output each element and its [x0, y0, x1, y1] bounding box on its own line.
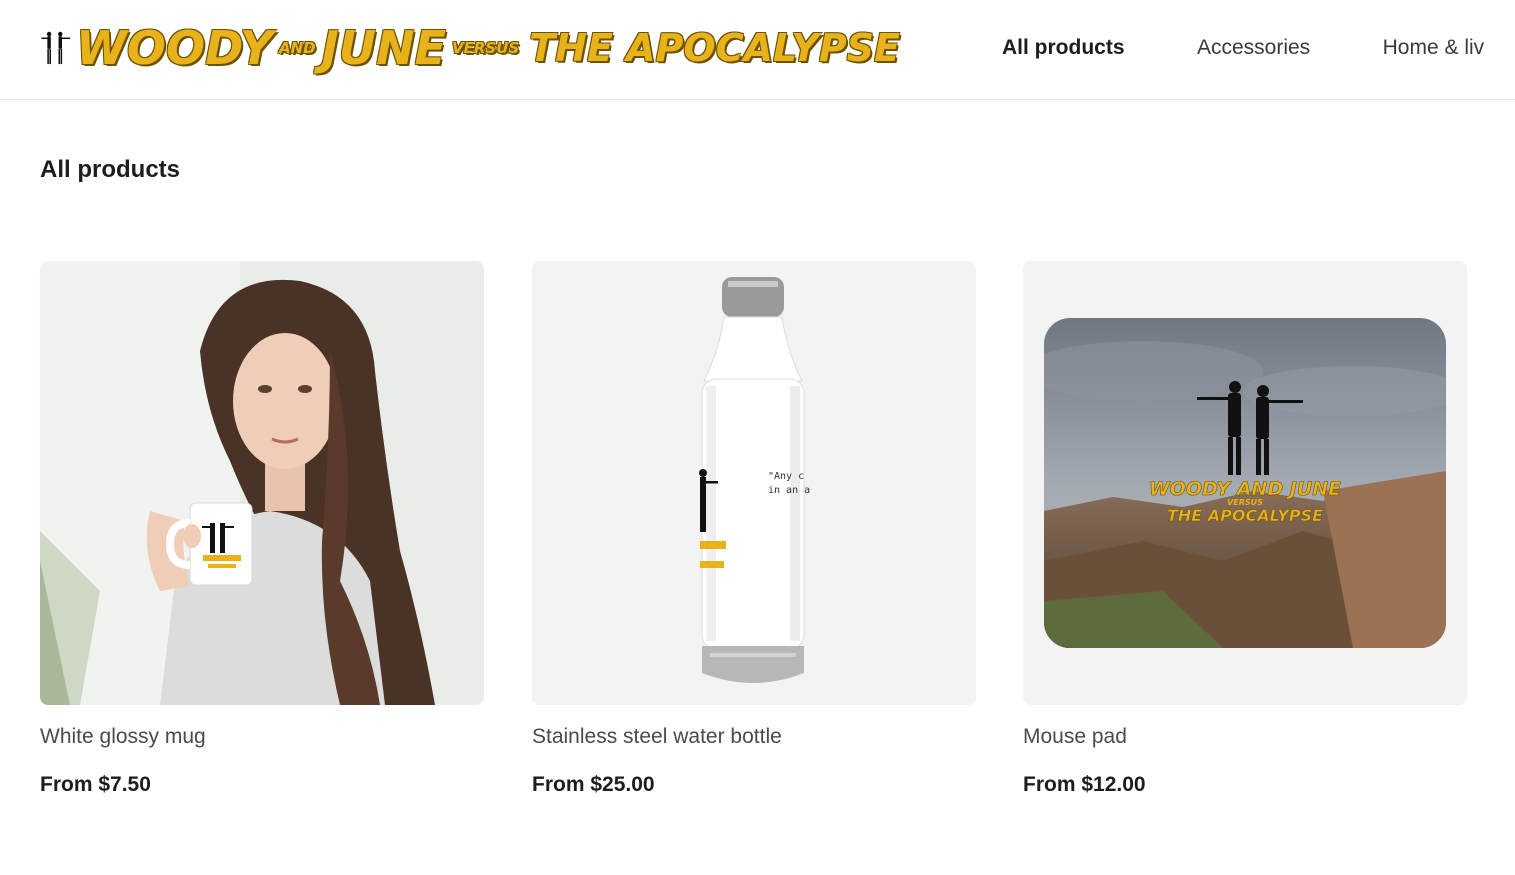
product-image[interactable]: "Any c in an a — [532, 261, 976, 705]
woman-holding-mug-photo-icon — [40, 261, 484, 705]
product-name[interactable]: Stainless steel water bottle — [532, 724, 976, 750]
product-price: From $25.00 — [532, 773, 655, 796]
logo-word-june: JUNE — [321, 21, 447, 75]
nav-home-living[interactable]: Home & liv — [1383, 34, 1485, 62]
water-bottle-photo-icon: "Any c in an a — [532, 261, 976, 705]
mouse-pad-photo-icon: WOODY AND JUNE VERSUS THE APOCALYPSE — [1023, 261, 1467, 705]
product-price: From $12.00 — [1023, 773, 1146, 796]
page-title: All products — [40, 156, 181, 183]
product-price: From $7.50 — [40, 773, 151, 796]
site-logo[interactable]: WOODY AND JUNE VERSUS THE APOCALYPSE — [40, 18, 900, 78]
product-image[interactable] — [40, 261, 484, 705]
logo-word-versus: VERSUS — [452, 38, 520, 57]
pad-logo-line-3: THE APOCALYPSE — [1167, 506, 1323, 525]
product-card[interactable]: "Any c in an a Stainless steel water bot… — [532, 261, 976, 798]
product-card[interactable]: White glossy mug From $7.50 — [40, 261, 484, 798]
main-nav: All products Accessories Home & liv — [1002, 34, 1515, 62]
nav-all-products[interactable]: All products — [1002, 34, 1125, 62]
site-header: WOODY AND JUNE VERSUS THE APOCALYPSE All… — [0, 0, 1515, 100]
bottle-print-text-2: in an a — [768, 485, 810, 496]
product-name[interactable]: Mouse pad — [1023, 724, 1467, 750]
pad-logo-line-1: WOODY AND JUNE — [1149, 478, 1341, 500]
product-image[interactable]: WOODY AND JUNE VERSUS THE APOCALYPSE — [1023, 261, 1467, 705]
logo-word-apocalypse: THE APOCALYPSE — [529, 26, 900, 70]
logo-word-and: AND — [279, 38, 316, 57]
logo-silhouettes-icon — [41, 31, 71, 65]
logo-word-woody: WOODY — [76, 21, 274, 75]
logo-wordmark: WOODY AND JUNE VERSUS THE APOCALYPSE — [76, 25, 900, 71]
product-card[interactable]: WOODY AND JUNE VERSUS THE APOCALYPSE Mou… — [1023, 261, 1467, 798]
product-name[interactable]: White glossy mug — [40, 724, 484, 750]
nav-accessories[interactable]: Accessories — [1197, 34, 1310, 62]
bottle-print-text-1: "Any c — [768, 471, 804, 482]
